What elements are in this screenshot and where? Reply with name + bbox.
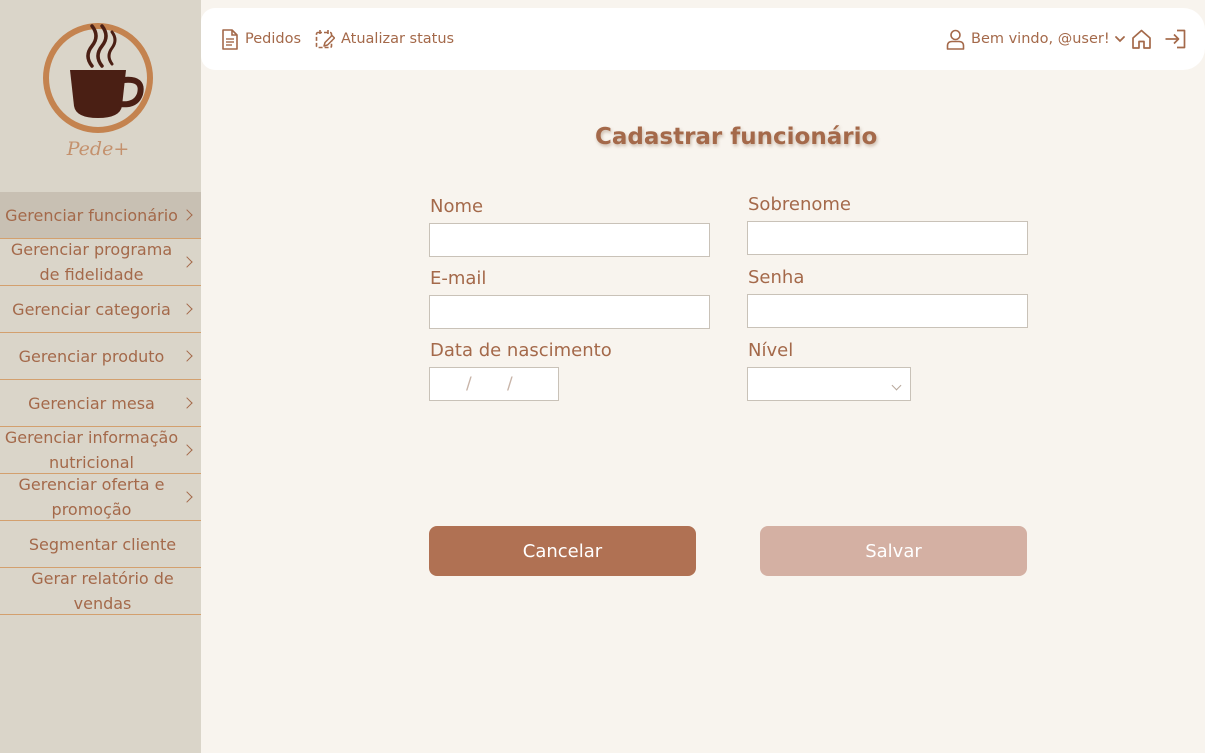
email-label: E-mail (430, 268, 487, 289)
home-button[interactable] (1131, 8, 1158, 70)
save-button[interactable]: Salvar (760, 526, 1027, 576)
sidebar-item-label: Gerenciar oferta e promoção (18, 475, 165, 519)
sidebar-item-gerenciar-categoria[interactable]: Gerenciar categoria (0, 286, 201, 333)
name-label: Nome (430, 196, 484, 217)
orders-label: Pedidos (245, 31, 302, 47)
level-select[interactable] (747, 367, 911, 401)
calendar-edit-icon (315, 29, 335, 48)
brand-logo[interactable]: Pede+ (40, 18, 156, 168)
chevron-down-icon (1114, 36, 1125, 43)
chevron-down-icon (891, 380, 902, 391)
page-title: Cadastrar funcionário (595, 124, 878, 150)
sidebar-item-gerenciar-mesa[interactable]: Gerenciar mesa (0, 380, 201, 427)
sidebar-item-gerar-relatorio-de-vendas[interactable]: Gerar relatório de vendas (0, 568, 201, 615)
sidebar-nav: Gerenciar funcionário Gerenciar programa… (0, 192, 201, 615)
email-input[interactable] (429, 295, 710, 329)
sidebar-item-label: Gerenciar produto (18, 346, 165, 366)
user-icon (946, 29, 965, 50)
coffee-cup-logo-icon (43, 23, 153, 133)
birthdate-input[interactable]: / / (429, 367, 559, 401)
update-status-link[interactable]: Atualizar status (315, 8, 454, 70)
orders-link[interactable]: Pedidos (221, 8, 301, 70)
date-separator: / (507, 374, 513, 394)
birthdate-label: Data de nascimento (430, 340, 612, 361)
user-menu[interactable]: Bem vindo, @user! (946, 8, 1126, 70)
brand-name: Pede+ (66, 138, 130, 160)
sidebar-item-label: Gerenciar programa de fidelidade (10, 240, 173, 284)
cancel-button[interactable]: Cancelar (429, 526, 696, 576)
password-label: Senha (748, 267, 805, 288)
sidebar-item-segmentar-cliente[interactable]: Segmentar cliente (0, 521, 201, 568)
user-greeting: Bem vindo, @user! (971, 31, 1110, 47)
surname-label: Sobrenome (748, 194, 851, 215)
sidebar-item-gerenciar-informacao-nutricional[interactable]: Gerenciar informação nutricional (0, 427, 201, 474)
surname-input[interactable] (747, 221, 1028, 255)
sidebar-item-label: Gerenciar mesa (28, 393, 155, 413)
sidebar-item-gerenciar-programa-de-fidelidade[interactable]: Gerenciar programa de fidelidade (0, 239, 201, 286)
date-separator: / (466, 374, 472, 394)
sidebar-item-gerenciar-produto[interactable]: Gerenciar produto (0, 333, 201, 380)
sidebar-item-label: Gerenciar categoria (12, 299, 171, 319)
home-icon (1132, 29, 1151, 49)
sidebar: Pede+ Gerenciar funcionário Gerenciar pr… (0, 0, 201, 753)
level-label: Nível (748, 340, 794, 361)
sidebar-item-label: Gerenciar informação nutricional (4, 428, 179, 472)
sidebar-item-gerenciar-oferta-e-promocao[interactable]: Gerenciar oferta e promoção (0, 474, 201, 521)
sidebar-item-label: Segmentar cliente (28, 534, 177, 554)
password-input[interactable] (747, 294, 1028, 328)
update-status-label: Atualizar status (341, 31, 455, 47)
document-icon (222, 28, 238, 50)
sidebar-item-label: Gerenciar funcionário (5, 205, 178, 225)
sidebar-item-gerenciar-funcionario[interactable]: Gerenciar funcionário (0, 192, 201, 239)
top-bar: Pedidos Atualizar status Bem vindo, @use… (201, 8, 1205, 70)
logout-button[interactable] (1164, 8, 1192, 70)
sidebar-item-label: Gerar relatório de vendas (31, 569, 174, 613)
logout-icon (1165, 29, 1186, 49)
name-input[interactable] (429, 223, 710, 257)
